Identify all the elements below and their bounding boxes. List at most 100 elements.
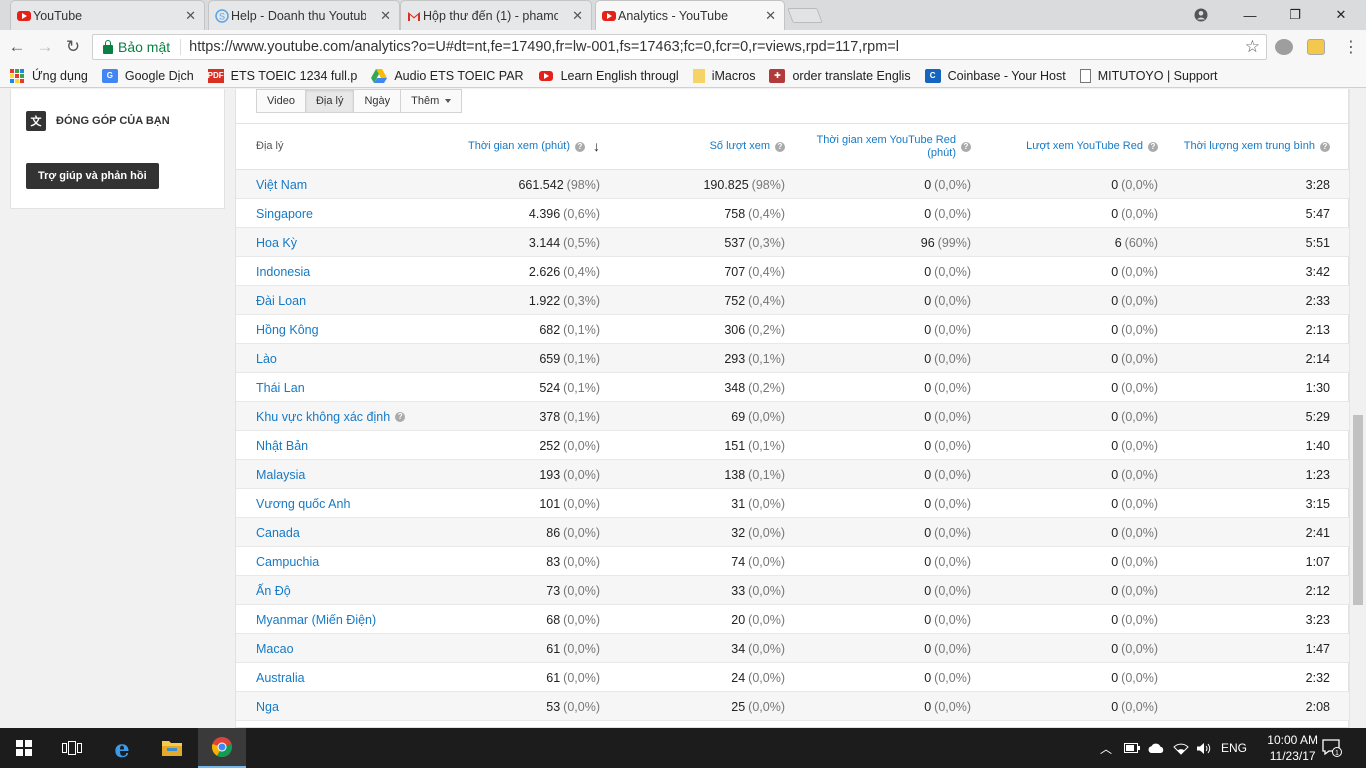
watch-time-cell: 659 (0,1%) bbox=[539, 344, 600, 373]
help-icon[interactable]: ? bbox=[1148, 141, 1158, 152]
edge-icon[interactable]: e bbox=[98, 728, 146, 768]
volume-icon[interactable] bbox=[1196, 728, 1212, 768]
help-icon[interactable]: ? bbox=[575, 141, 585, 152]
bookmark-mitutoyo[interactable]: MITUTOYO | Support bbox=[1079, 68, 1217, 83]
bookmark-coinbase[interactable]: C Coinbase - Your Host bbox=[924, 68, 1066, 83]
onedrive-icon[interactable] bbox=[1147, 728, 1165, 768]
browser-tab-help[interactable]: S Help - Doanh thu Youtub ✕ bbox=[208, 0, 400, 30]
country-link[interactable]: Đài Loan bbox=[256, 286, 306, 315]
back-icon[interactable]: ← bbox=[6, 36, 28, 58]
address-bar[interactable]: Bảo mật https://www.youtube.com/analytic… bbox=[92, 34, 1267, 60]
help-icon[interactable]: ? bbox=[775, 141, 785, 152]
reload-icon[interactable]: ↻ bbox=[62, 36, 84, 58]
chrome-menu-icon[interactable]: ⋮ bbox=[1340, 36, 1362, 58]
percent: (0,1%) bbox=[748, 438, 785, 453]
country-link[interactable]: Myanmar (Miến Điện) bbox=[256, 605, 376, 634]
country-link[interactable]: Australia bbox=[256, 663, 305, 692]
country-link[interactable]: Hoa Kỳ bbox=[256, 228, 297, 257]
chrome-icon[interactable] bbox=[198, 728, 246, 768]
scrollbar-thumb[interactable] bbox=[1353, 415, 1363, 605]
start-button[interactable] bbox=[0, 728, 48, 768]
new-tab-button[interactable] bbox=[787, 8, 823, 23]
value: 69 bbox=[731, 409, 746, 424]
profile-icon[interactable] bbox=[1178, 0, 1224, 30]
contribute-link[interactable]: 文 ĐÓNG GÓP CỦA BẠN bbox=[26, 111, 170, 131]
wifi-icon[interactable] bbox=[1173, 728, 1189, 768]
help-icon[interactable]: ? bbox=[961, 141, 971, 152]
clock[interactable]: 10:00 AM 11/23/17 bbox=[1267, 732, 1318, 764]
country-link[interactable]: Malaysia bbox=[256, 460, 305, 489]
extension-icon[interactable] bbox=[1307, 39, 1325, 55]
avg-duration-cell: 2:12 bbox=[1305, 583, 1330, 598]
bookmark-imacros[interactable]: iMacros bbox=[692, 68, 755, 83]
restore-button[interactable]: ❐ bbox=[1272, 0, 1318, 30]
tab-date[interactable]: Ngày bbox=[354, 89, 402, 113]
close-window-button[interactable]: ✕ bbox=[1318, 0, 1364, 30]
country-link[interactable]: Thái Lan bbox=[256, 373, 305, 402]
browser-tab-analytics[interactable]: Analytics - YouTube ✕ bbox=[595, 0, 785, 30]
bookmark-label: Coinbase - Your Host bbox=[947, 68, 1066, 83]
country-link[interactable]: Vương quốc Anh bbox=[256, 489, 350, 518]
close-tab-icon[interactable]: ✕ bbox=[765, 8, 776, 24]
tab-geography[interactable]: Địa lý bbox=[305, 89, 355, 113]
value: 0 bbox=[924, 206, 932, 221]
tab-more[interactable]: Thêm bbox=[401, 89, 463, 113]
views-cell: 20 (0,0%) bbox=[731, 605, 785, 634]
column-header-avg-duration[interactable]: Thời lượng xem trung bình ? bbox=[1160, 124, 1330, 169]
country-link[interactable]: Singapore bbox=[256, 199, 313, 228]
minimize-button[interactable]: — bbox=[1227, 0, 1273, 30]
percent: (0,0%) bbox=[934, 293, 971, 308]
bookmark-apps[interactable]: Ứng dụng bbox=[10, 68, 88, 83]
tab-video[interactable]: Video bbox=[256, 89, 306, 113]
extension-icon[interactable] bbox=[1275, 39, 1293, 55]
language-indicator[interactable]: ENG bbox=[1221, 728, 1247, 768]
percent: (0,0%) bbox=[563, 525, 600, 540]
bookmark-learn-english[interactable]: Learn English througl bbox=[538, 69, 679, 83]
bookmark-order-translate[interactable]: ✚ order translate Englis bbox=[769, 68, 911, 83]
file-explorer-icon[interactable] bbox=[148, 728, 196, 768]
task-view-icon[interactable] bbox=[48, 728, 96, 768]
percent: (0,0%) bbox=[934, 409, 971, 424]
close-tab-icon[interactable]: ✕ bbox=[572, 8, 583, 24]
country-link[interactable]: Indonesia bbox=[256, 257, 310, 286]
page-scrollbar[interactable] bbox=[1349, 89, 1366, 728]
bookmark-google-translate[interactable]: G Google Dịch bbox=[101, 68, 194, 83]
action-center-icon[interactable]: 1 bbox=[1322, 728, 1342, 768]
column-header-views[interactable]: Số lượt xem ? bbox=[615, 124, 785, 169]
browser-tab-youtube[interactable]: YouTube ✕ bbox=[10, 0, 205, 30]
country-link[interactable]: Lào bbox=[256, 344, 277, 373]
country-link[interactable]: Hồng Kông bbox=[256, 315, 319, 344]
forward-icon[interactable]: → bbox=[34, 36, 56, 58]
value: 151 bbox=[724, 438, 746, 453]
bookmark-star-icon[interactable]: ☆ bbox=[1245, 37, 1260, 57]
country-name: Khu vực không xác định bbox=[256, 409, 391, 424]
help-feedback-button[interactable]: Trợ giúp và phản hồi bbox=[26, 163, 159, 189]
country-link[interactable]: Campuchia bbox=[256, 547, 319, 576]
percent: (0,0%) bbox=[1121, 612, 1158, 627]
help-icon[interactable]: ? bbox=[1320, 141, 1330, 152]
close-tab-icon[interactable]: ✕ bbox=[380, 8, 391, 24]
column-header-watch-time[interactable]: Thời gian xem (phút) ? ↓ bbox=[400, 124, 600, 169]
column-header-red-views[interactable]: Lượt xem YouTube Red ? bbox=[988, 124, 1158, 169]
country-name: Nga bbox=[256, 699, 279, 714]
country-link[interactable]: Ấn Độ bbox=[256, 576, 291, 605]
value: 193 bbox=[539, 467, 561, 482]
url-text[interactable]: https://www.youtube.com/analytics?o=U#dt… bbox=[189, 39, 899, 55]
country-link[interactable]: Việt Nam bbox=[256, 170, 307, 199]
browser-tab-gmail[interactable]: Hộp thư đến (1) - phamc ✕ bbox=[400, 0, 592, 30]
percent: (0,0%) bbox=[748, 641, 785, 656]
value: 758 bbox=[724, 206, 746, 221]
country-link[interactable]: Canada bbox=[256, 518, 300, 547]
bookmark-audio-ets[interactable]: Audio ETS TOEIC PAR bbox=[371, 68, 524, 83]
bookmark-ets-toeic-pdf[interactable]: PDF ETS TOEIC 1234 full.p bbox=[207, 68, 357, 83]
country-link[interactable]: Khu vực không xác định? bbox=[256, 402, 406, 431]
show-hidden-icons[interactable]: ︿ bbox=[1100, 728, 1112, 768]
country-link[interactable]: Nhật Bản bbox=[256, 431, 308, 460]
close-tab-icon[interactable]: ✕ bbox=[185, 8, 196, 24]
battery-icon[interactable] bbox=[1124, 728, 1140, 768]
help-icon[interactable]: ? bbox=[395, 411, 406, 422]
country-name: Singapore bbox=[256, 206, 313, 221]
country-link[interactable]: Nga bbox=[256, 692, 279, 721]
country-link[interactable]: Macao bbox=[256, 634, 294, 663]
column-header-red-watch-time[interactable]: Thời gian xem YouTube Red (phút) ? bbox=[801, 124, 971, 169]
